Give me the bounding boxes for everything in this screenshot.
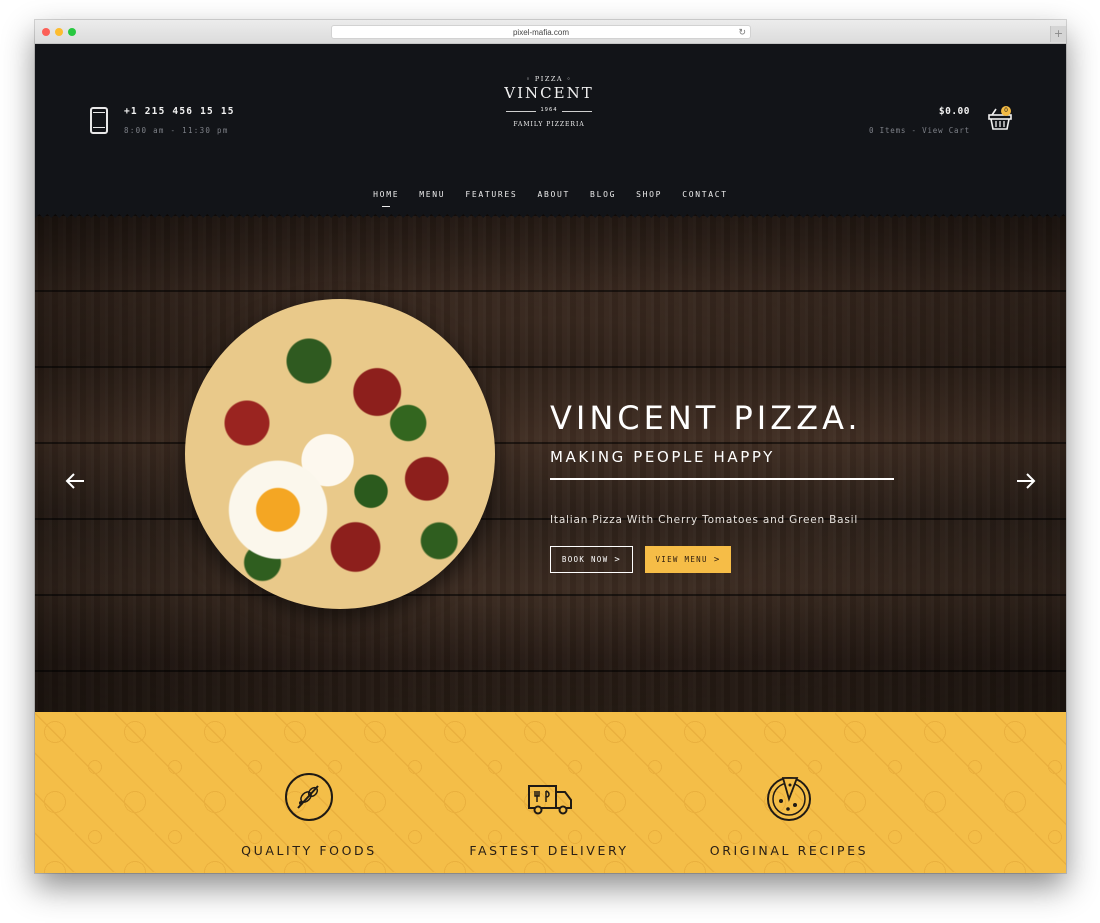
address-bar[interactable]: pixel-mafia.com ↻ (331, 25, 751, 39)
zigzag-edge (35, 214, 1066, 222)
address-text: pixel-mafia.com (512, 28, 569, 37)
feature-label: QUALITY FOODS (241, 843, 377, 858)
pizza-image (185, 299, 495, 609)
browser-chrome: pixel-mafia.com ↻ + (35, 20, 1066, 44)
nav-menu[interactable]: MENU (419, 190, 445, 207)
phone-number[interactable]: +1 215 456 15 15 (124, 106, 235, 117)
cart-count-badge: 0 (1001, 106, 1011, 116)
nav-features[interactable]: FEATURES (465, 190, 517, 207)
view-menu-button[interactable]: VIEW MENU > (645, 546, 731, 573)
phone-icon (90, 107, 108, 134)
slider-prev-arrow-icon[interactable] (64, 470, 86, 492)
browser-window: pixel-mafia.com ↻ + +1 215 456 15 15 8:0… (35, 20, 1066, 873)
delivery-truck-icon (528, 785, 572, 815)
slider-next-arrow-icon[interactable] (1015, 470, 1037, 492)
close-window-button[interactable] (42, 28, 50, 36)
logo-name: VINCENT (504, 84, 594, 102)
view-menu-label: VIEW MENU (655, 555, 708, 564)
nav-contact[interactable]: CONTACT (682, 190, 728, 207)
opening-hours: 8:00 am - 11:30 pm (124, 126, 229, 135)
hero-divider (550, 478, 894, 480)
nav-shop[interactable]: SHOP (636, 190, 662, 207)
logo-year: 1964 (540, 107, 558, 113)
feature-quality-foods: QUALITY FOODS (209, 712, 409, 873)
main-nav: HOME MENU FEATURES ABOUT BLOG SHOP CONTA… (35, 190, 1066, 207)
new-tab-button[interactable]: + (1050, 26, 1066, 42)
logo-pizza-text: ◦ PIZZA ◦ (526, 75, 572, 83)
book-now-label: BOOK NOW (561, 555, 609, 564)
feature-original-recipes: ORIGINAL RECIPES (689, 712, 889, 873)
food-plate-icon (285, 773, 333, 821)
logo-divider (562, 111, 592, 112)
hero-subtitle: MAKING PEOPLE HAPPY (550, 448, 775, 466)
pizza-slice-icon (767, 777, 811, 821)
book-now-button[interactable]: BOOK NOW > (550, 546, 633, 573)
feature-label: FASTEST DELIVERY (469, 843, 629, 858)
nav-blog[interactable]: BLOG (590, 190, 616, 207)
cart-total[interactable]: $0.00 (939, 106, 970, 117)
site-header: +1 215 456 15 15 8:00 am - 11:30 pm ◦ PI… (35, 44, 1066, 214)
reload-icon[interactable]: ↻ (738, 26, 746, 39)
hero-description: Italian Pizza With Cherry Tomatoes and G… (550, 514, 859, 526)
features-strip: QUALITY FOODS FASTEST DELIVERY ORIGINAL … (35, 712, 1066, 873)
chevron-right-icon: > (614, 555, 622, 565)
site-logo[interactable]: ◦ PIZZA ◦ VINCENT 1964 FAMILY PIZZERIA (490, 74, 608, 144)
minimize-window-button[interactable] (55, 28, 63, 36)
view-cart-link[interactable]: 0 Items - View Cart (869, 126, 970, 135)
hero-title: VINCENT PIZZA. (550, 399, 862, 437)
chevron-right-icon: > (713, 555, 721, 565)
feature-fastest-delivery: FASTEST DELIVERY (449, 712, 649, 873)
nav-about[interactable]: ABOUT (537, 190, 570, 207)
hero-slider: VINCENT PIZZA. MAKING PEOPLE HAPPY Itali… (35, 214, 1066, 712)
feature-label: ORIGINAL RECIPES (709, 843, 869, 858)
logo-tagline: FAMILY PIZZERIA (513, 121, 585, 128)
nav-home[interactable]: HOME (373, 190, 399, 207)
maximize-window-button[interactable] (68, 28, 76, 36)
